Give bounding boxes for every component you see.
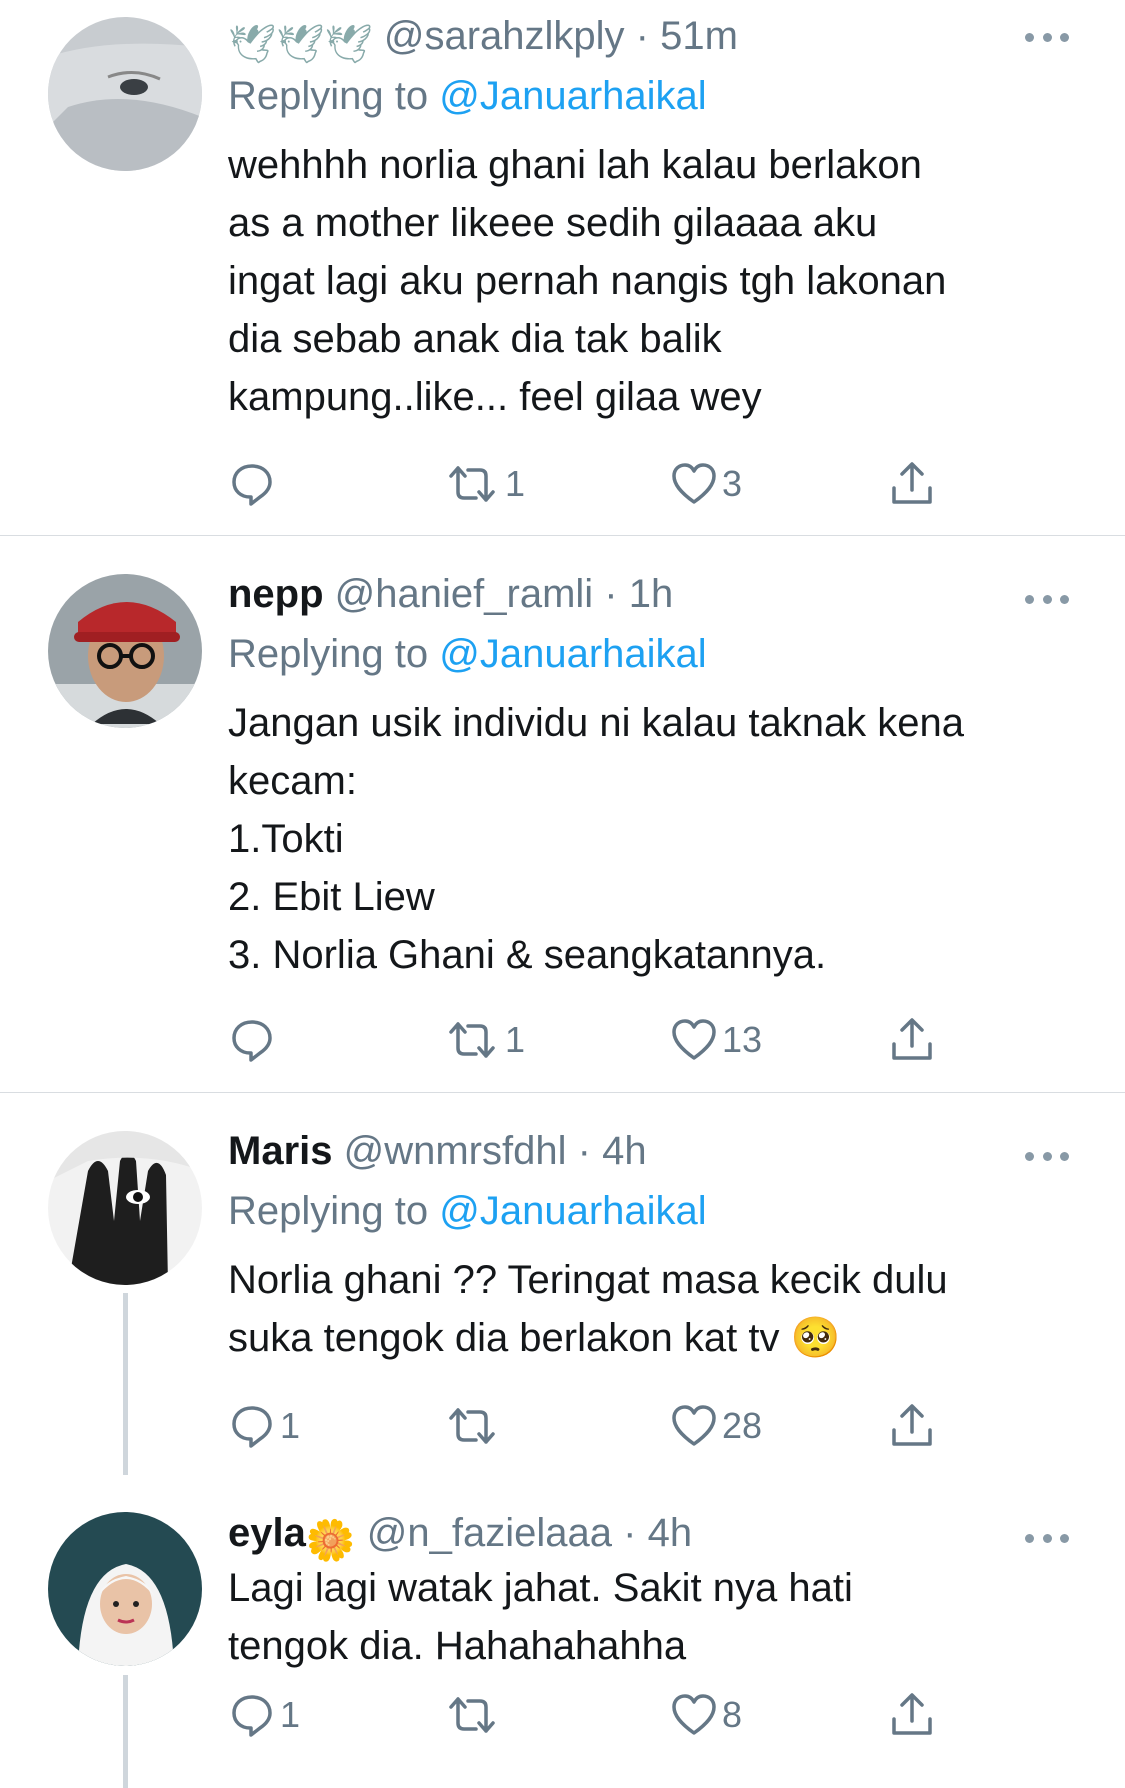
more-icon[interactable] xyxy=(1025,593,1069,605)
separator-dot: · xyxy=(604,572,618,616)
avatar[interactable] xyxy=(48,17,202,171)
action-bar: 1 28 xyxy=(228,1398,988,1454)
reply-button[interactable] xyxy=(228,456,280,512)
retweet-button[interactable]: 1 xyxy=(443,456,525,512)
timestamp[interactable]: 4h xyxy=(648,1511,693,1555)
name-emoji: 🕊🕊🕊 xyxy=(228,24,373,66)
more-icon[interactable] xyxy=(1025,31,1069,43)
mention-link[interactable]: @Januarhaikal xyxy=(439,632,706,676)
timestamp[interactable]: 51m xyxy=(660,14,738,58)
reply-icon xyxy=(232,1695,272,1737)
avatar[interactable] xyxy=(48,1512,202,1666)
replying-label: Replying to xyxy=(228,74,429,118)
handle[interactable]: @sarahzlkply xyxy=(384,14,625,58)
reply-button[interactable]: 1 xyxy=(228,1398,300,1454)
display-name[interactable]: eyla xyxy=(228,1511,306,1555)
avatar[interactable] xyxy=(48,574,202,728)
handle[interactable]: @hanief_ramli xyxy=(335,572,594,616)
action-bar: 1 13 xyxy=(228,1012,988,1068)
tweet-item[interactable]: 🕊🕊🕊 @sarahzlkply · 51m Replying to @Janu… xyxy=(0,0,1125,535)
share-icon xyxy=(892,1693,932,1735)
share-icon xyxy=(892,1018,932,1060)
reply-icon xyxy=(232,1406,272,1448)
more-icon[interactable] xyxy=(1025,1150,1069,1162)
retweet-icon xyxy=(449,1022,495,1058)
name-emoji: 🌼 xyxy=(305,1519,356,1563)
share-icon xyxy=(892,1404,932,1446)
display-name[interactable]: nepp xyxy=(228,572,324,616)
like-count: 8 xyxy=(722,1694,743,1735)
reply-icon xyxy=(232,464,272,506)
heart-icon xyxy=(672,1694,716,1735)
like-button[interactable]: 28 xyxy=(670,1398,762,1454)
retweet-button[interactable] xyxy=(443,1398,505,1454)
action-bar: 1 8 xyxy=(228,1687,988,1743)
action-bar: 1 3 xyxy=(228,456,988,512)
tweet-item[interactable]: eyla🌼 @n_fazielaaa · 4h Lagi lagi watak … xyxy=(0,1475,1125,1788)
like-count: 3 xyxy=(722,463,743,504)
display-name[interactable]: Maris xyxy=(228,1129,333,1173)
separator-dot: · xyxy=(577,1129,591,1173)
mention-link[interactable]: @Januarhaikal xyxy=(439,74,706,118)
retweet-icon xyxy=(449,1408,495,1444)
separator-dot: · xyxy=(623,1511,637,1555)
tweet-item[interactable]: nepp @hanief_ramli · 1h Replying to @Jan… xyxy=(0,536,1125,1092)
timestamp[interactable]: 4h xyxy=(602,1129,647,1173)
share-icon xyxy=(892,462,932,504)
like-button[interactable]: 8 xyxy=(670,1687,742,1743)
retweet-icon xyxy=(449,466,495,502)
mention-link[interactable]: @Januarhaikal xyxy=(439,1189,706,1233)
replying-to: Replying to @Januarhaikal xyxy=(228,72,1068,120)
heart-icon xyxy=(672,1019,716,1060)
retweet-count: 1 xyxy=(505,1019,526,1060)
reply-icon xyxy=(232,1020,272,1062)
reply-count: 1 xyxy=(280,1405,301,1446)
heart-icon xyxy=(672,1405,716,1446)
tweet-text: Norlia ghani ?? Teringat masa kecik dulu… xyxy=(228,1258,948,1360)
thread-connector xyxy=(123,1293,128,1475)
more-icon[interactable] xyxy=(1025,1532,1069,1544)
retweet-count: 1 xyxy=(505,463,526,504)
share-button[interactable] xyxy=(888,1687,936,1743)
avatar[interactable] xyxy=(48,1131,202,1285)
replying-to: Replying to @Januarhaikal xyxy=(228,630,1068,678)
tweet-text: Lagi lagi watak jahat. Sakit nya hati te… xyxy=(228,1566,853,1668)
reply-button[interactable] xyxy=(228,1012,280,1068)
heart-icon xyxy=(672,463,716,504)
reply-count: 1 xyxy=(280,1694,301,1735)
handle[interactable]: @wnmrsfdhl xyxy=(344,1129,567,1173)
like-button[interactable]: 3 xyxy=(670,456,742,512)
share-button[interactable] xyxy=(888,1398,936,1454)
replying-label: Replying to xyxy=(228,1189,429,1233)
timestamp[interactable]: 1h xyxy=(629,572,674,616)
tweet-item[interactable]: Maris @wnmrsfdhl · 4h Replying to @Janua… xyxy=(0,1093,1125,1475)
handle[interactable]: @n_fazielaaa xyxy=(367,1511,612,1555)
like-count: 28 xyxy=(722,1405,763,1446)
replying-label: Replying to xyxy=(228,632,429,676)
retweet-button[interactable] xyxy=(443,1687,505,1743)
like-button[interactable]: 13 xyxy=(670,1012,762,1068)
separator-dot: · xyxy=(635,14,649,58)
reply-button[interactable]: 1 xyxy=(228,1687,300,1743)
like-count: 13 xyxy=(722,1019,763,1060)
thread-connector xyxy=(123,1675,128,1788)
tweet-text: wehhhh norlia ghani lah kalau berlakon a… xyxy=(228,143,947,419)
replying-to: Replying to @Januarhaikal xyxy=(228,1187,1068,1235)
tweet-text: Jangan usik individu ni kalau taknak ken… xyxy=(228,701,965,977)
retweet-icon xyxy=(449,1697,495,1733)
retweet-button[interactable]: 1 xyxy=(443,1012,525,1068)
share-button[interactable] xyxy=(888,456,936,512)
share-button[interactable] xyxy=(888,1012,936,1068)
